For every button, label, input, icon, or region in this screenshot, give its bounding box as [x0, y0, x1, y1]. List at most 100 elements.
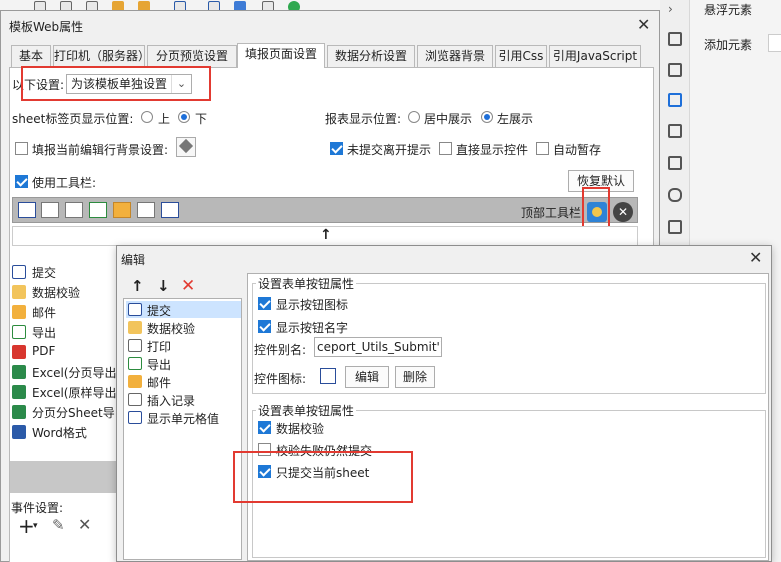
mail-icon	[12, 305, 26, 319]
edit-dialog-title: 编辑	[121, 253, 146, 267]
list-item[interactable]: 插入记录	[126, 391, 241, 408]
move-down-arrow-icon[interactable]: ↓	[157, 277, 170, 295]
print-icon[interactable]	[65, 202, 83, 218]
pencil-icon[interactable]	[41, 202, 59, 218]
top-toolbar-label: 顶部工具栏	[521, 206, 582, 220]
export-icon[interactable]	[89, 202, 107, 218]
direct-show-checkbox[interactable]	[439, 142, 452, 155]
list-icon[interactable]	[668, 156, 682, 170]
tab-label: 数据分析设置	[334, 49, 407, 63]
edit-icon-button[interactable]: 编辑	[345, 366, 389, 388]
list-item[interactable]: 打印	[126, 337, 241, 354]
tab-label: 分页预览设置	[155, 49, 228, 63]
list-item-label: 插入记录	[147, 394, 196, 408]
group-title: 设置表单按钮属性	[256, 402, 357, 419]
list-item-label: PDF	[32, 344, 56, 358]
tab-javascript[interactable]: 引用JavaScript	[549, 45, 641, 67]
excel-icon	[12, 405, 26, 419]
tab-label: 浏览器背景	[424, 49, 485, 63]
list-item-label: 显示单元格值	[147, 412, 220, 426]
list-item[interactable]: 显示单元格值	[126, 409, 241, 426]
move-up-icon[interactable]: ↑	[320, 227, 332, 243]
highlight-setting	[21, 66, 211, 101]
tab-css[interactable]: 引用Css	[495, 45, 547, 67]
add-elements-label: 添加元素	[704, 38, 753, 52]
report-left-radio[interactable]	[481, 111, 493, 123]
tab-fill-page[interactable]: 填报页面设置	[237, 43, 325, 68]
import-icon[interactable]	[668, 220, 682, 234]
sheet-down-label: 下	[195, 112, 208, 126]
list-item[interactable]: 邮件	[126, 373, 241, 390]
dropdown-icon[interactable]	[668, 124, 682, 138]
fill-bg-picker-icon[interactable]	[176, 137, 196, 157]
edit-pencil-icon[interactable]: ✎	[52, 516, 65, 534]
mail-icon	[128, 375, 142, 388]
tab-label: 填报页面设置	[244, 47, 317, 61]
submit-icon	[128, 303, 142, 316]
dialog-title: 模板Web属性	[9, 20, 84, 34]
button-icon-preview	[320, 368, 336, 384]
add-element-input[interactable]	[768, 34, 781, 52]
use-toolbar-checkbox[interactable]	[15, 175, 28, 188]
fill-bg-checkbox[interactable]	[15, 142, 28, 155]
cell-value-icon	[128, 411, 142, 424]
chevron-right-icon[interactable]: ›	[668, 2, 682, 16]
alias-input[interactable]: ceport_Utils_Submit')}	[314, 337, 442, 357]
tab-browser-bg[interactable]: 浏览器背景	[417, 45, 493, 67]
properties-area: 设置表单按钮属性 显示按钮图标 显示按钮名字 控件别名: ceport_Util…	[247, 273, 769, 561]
frame-icon[interactable]	[668, 93, 682, 107]
highlight-only-sheet	[233, 451, 413, 503]
list-item[interactable]: 导出	[126, 355, 241, 372]
insert-record-icon	[128, 393, 142, 406]
pencil-icon	[128, 321, 142, 334]
list-item-label: 导出	[147, 358, 172, 372]
show-name-label: 显示按钮名字	[276, 321, 349, 335]
list-item-label: Excel(分页导出	[32, 366, 117, 380]
move-up-arrow-icon[interactable]: ↑	[131, 277, 144, 295]
print-icon	[128, 339, 142, 352]
mail-icon[interactable]	[113, 202, 131, 218]
tab-printer[interactable]: 打印机（服务器）	[53, 45, 150, 67]
list-item[interactable]: 提交	[126, 301, 241, 318]
excel-icon	[12, 385, 26, 399]
list-item-label: 提交	[147, 304, 172, 318]
tab-data-analysis[interactable]: 数据分析设置	[327, 45, 415, 67]
list-item-label: 分页分Sheet导出	[32, 406, 127, 420]
sheet-down-radio[interactable]	[178, 111, 190, 123]
remove-circle-icon[interactable]: ✕	[613, 202, 633, 222]
window-icon[interactable]	[161, 202, 179, 218]
tab-label: 引用Css	[498, 49, 544, 63]
tab-basic[interactable]: 基本	[11, 45, 51, 67]
save-icon[interactable]	[18, 202, 36, 218]
show-name-checkbox[interactable]	[258, 320, 271, 333]
tab-pagination-preview[interactable]: 分页预览设置	[147, 45, 237, 67]
list-item-label: 打印	[147, 340, 172, 354]
alias-input-value: ceport_Utils_Submit')}	[317, 340, 442, 354]
list-item-label: 提交	[32, 266, 57, 280]
direct-show-label: 直接显示控件	[456, 143, 529, 157]
close-icon[interactable]: ✕	[749, 250, 762, 266]
chevron-down-icon[interactable]: ▾	[33, 521, 38, 531]
auto-save-checkbox[interactable]	[536, 142, 549, 155]
word-icon	[12, 425, 26, 439]
data-check-checkbox[interactable]	[258, 421, 271, 434]
close-icon[interactable]: ✕	[637, 17, 650, 33]
show-icon-checkbox[interactable]	[258, 297, 271, 310]
layout-icon[interactable]	[668, 32, 682, 46]
delete-red-x-icon[interactable]: ✕	[181, 276, 195, 296]
info-icon[interactable]	[668, 63, 682, 77]
tree-icon[interactable]	[137, 202, 155, 218]
tab-label: 引用JavaScript	[552, 49, 638, 63]
list-item-label: 数据校验	[147, 322, 196, 336]
list-item[interactable]: 数据校验	[126, 319, 241, 336]
data-check-label: 数据校验	[276, 422, 325, 436]
unsubmitted-checkbox[interactable]	[330, 142, 343, 155]
list-footer-band	[10, 461, 117, 493]
delete-icon-button[interactable]: 删除	[395, 366, 435, 388]
delete-x-icon[interactable]: ✕	[78, 515, 91, 534]
report-center-radio[interactable]	[408, 111, 420, 123]
link-chain-icon[interactable]	[668, 188, 682, 202]
group-title: 设置表单按钮属性	[256, 275, 357, 292]
list-item-label: 邮件	[32, 306, 57, 320]
sheet-up-radio[interactable]	[141, 111, 153, 123]
